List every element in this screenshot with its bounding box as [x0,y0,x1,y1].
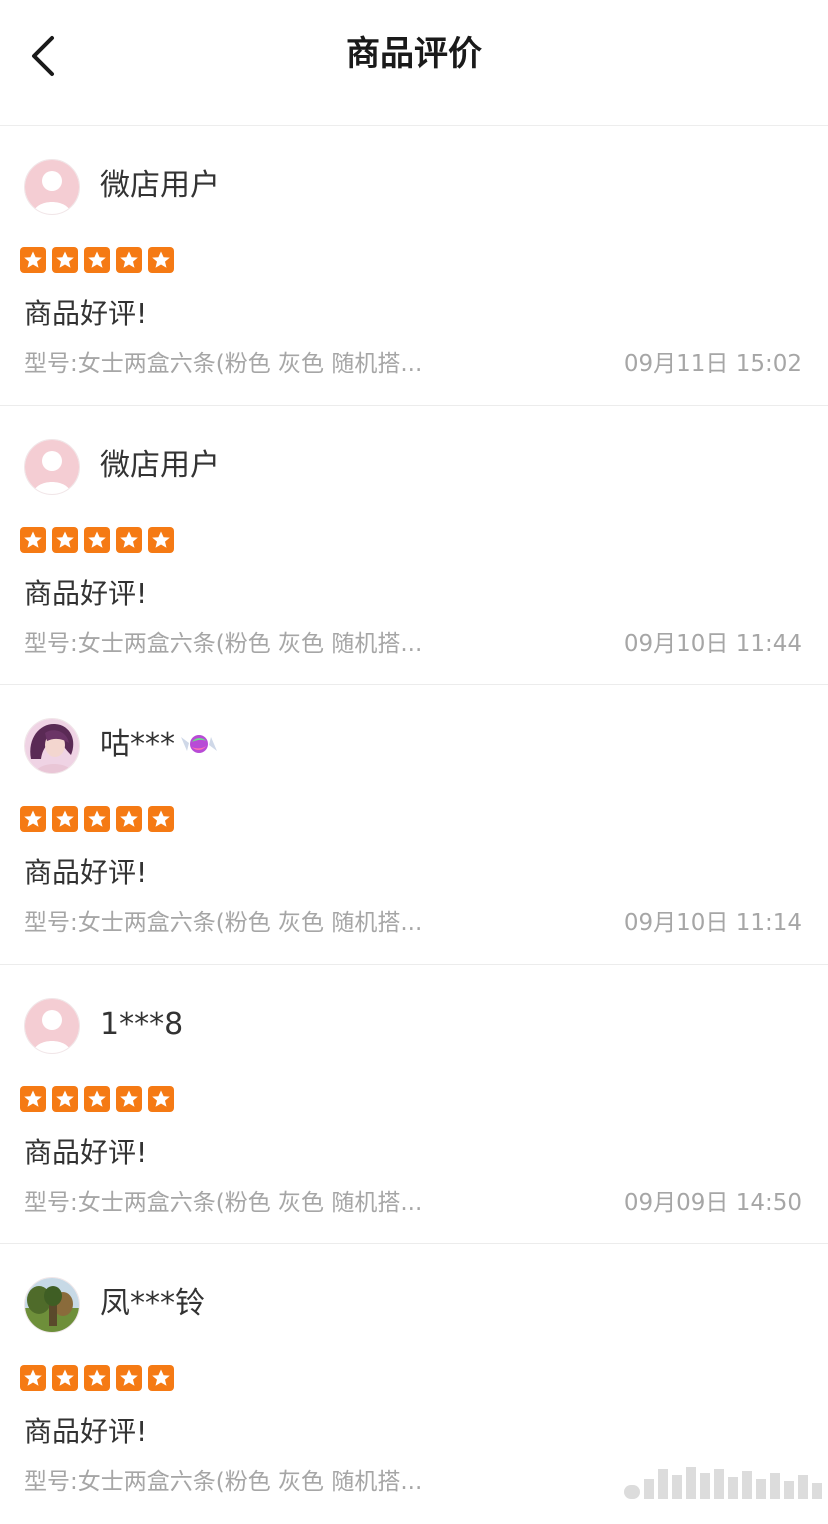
watermark-logo [624,1465,822,1499]
review-item: 微店用户 商品好评! 型号:女士两盒六条(粉色 灰色 随机搭... 09月10日… [0,406,828,685]
product-spec: 型号:女士两盒六条(粉色 灰色 随机搭... [24,1189,423,1216]
review-text: 商品好评! [24,297,148,330]
username-text: 微店用户 [100,168,220,203]
star-icon [52,806,78,832]
star-icon [20,1085,46,1112]
star-icon [148,1085,174,1112]
star-icon [116,806,142,832]
star-icon [148,1365,174,1391]
review-time: 09月10日 11:44 [623,630,802,657]
product-spec: 型号:女士两盒六条(粉色 灰色 随机搭... [24,910,423,936]
review-time: 09月11日 15:02 [623,351,802,377]
username[interactable]: 微店用户 [100,166,220,206]
username[interactable]: 咕*** [100,725,221,765]
review-list: 微店用户 商品好评! 型号:女士两盒六条(粉色 灰色 随机搭... 09月11日… [0,126,828,1524]
review-item: 微店用户 商品好评! 型号:女士两盒六条(粉色 灰色 随机搭... 09月11日… [0,126,828,406]
page-title: 商品评价 [346,34,482,74]
username-text: 凤***铃 [100,1286,205,1321]
star-icon [116,247,142,273]
review-item: 凤***铃 商品好评! 型号:女士两盒六条(粉色 灰色 随机搭... [0,1244,828,1524]
landscape-photo-avatar[interactable] [24,1277,80,1333]
product-spec: 型号:女士两盒六条(粉色 灰色 随机搭... [24,1469,423,1495]
review-time: 09月10日 11:14 [623,910,802,936]
product-spec: 型号:女士两盒六条(粉色 灰色 随机搭... [24,630,423,657]
username[interactable]: 微店用户 [100,446,220,486]
review-item: 1***8 商品好评! 型号:女士两盒六条(粉色 灰色 随机搭... 09月09… [0,965,828,1244]
username[interactable]: 凤***铃 [100,1284,205,1324]
product-spec: 型号:女士两盒六条(粉色 灰色 随机搭... [24,351,423,377]
username[interactable]: 1***8 [100,1005,183,1045]
star-icon [84,806,110,832]
star-icon [52,247,78,273]
rating-stars [20,247,174,273]
star-icon [148,806,174,832]
top-nav-bar: 商品评价 [0,0,828,126]
username-text: 1***8 [100,1006,184,1042]
default-avatar[interactable] [24,438,80,495]
review-text: 商品好评! [24,1135,148,1169]
star-icon [52,526,78,553]
girl-portrait-avatar[interactable] [24,718,80,774]
star-icon [20,1365,46,1391]
review-text: 商品好评! [24,856,148,889]
star-icon [52,1365,78,1391]
star-icon [52,1085,78,1112]
rating-stars [20,806,174,832]
rating-stars [20,1085,174,1112]
star-icon [20,806,46,832]
username-text: 咕*** [100,727,175,762]
star-icon [20,247,46,273]
star-icon [84,1085,110,1112]
candy-icon [177,725,221,765]
rating-stars [20,1365,174,1391]
star-icon [84,1365,110,1391]
star-icon [84,526,110,553]
star-icon [148,247,174,273]
star-icon [116,526,142,553]
review-text: 商品好评! [24,576,148,610]
star-icon [116,1085,142,1112]
default-avatar[interactable] [24,997,80,1054]
rating-stars [20,526,174,553]
default-avatar[interactable] [24,159,80,215]
star-icon [116,1365,142,1391]
username-text: 微店用户 [100,447,220,483]
review-text: 商品好评! [24,1415,148,1448]
review-time: 09月09日 14:50 [623,1189,802,1216]
star-icon [20,526,46,553]
star-icon [84,247,110,273]
review-item: 咕*** 商品好评! 型号:女士两盒六条(粉色 灰色 随机搭... 09月10日… [0,685,828,965]
star-icon [148,526,174,553]
